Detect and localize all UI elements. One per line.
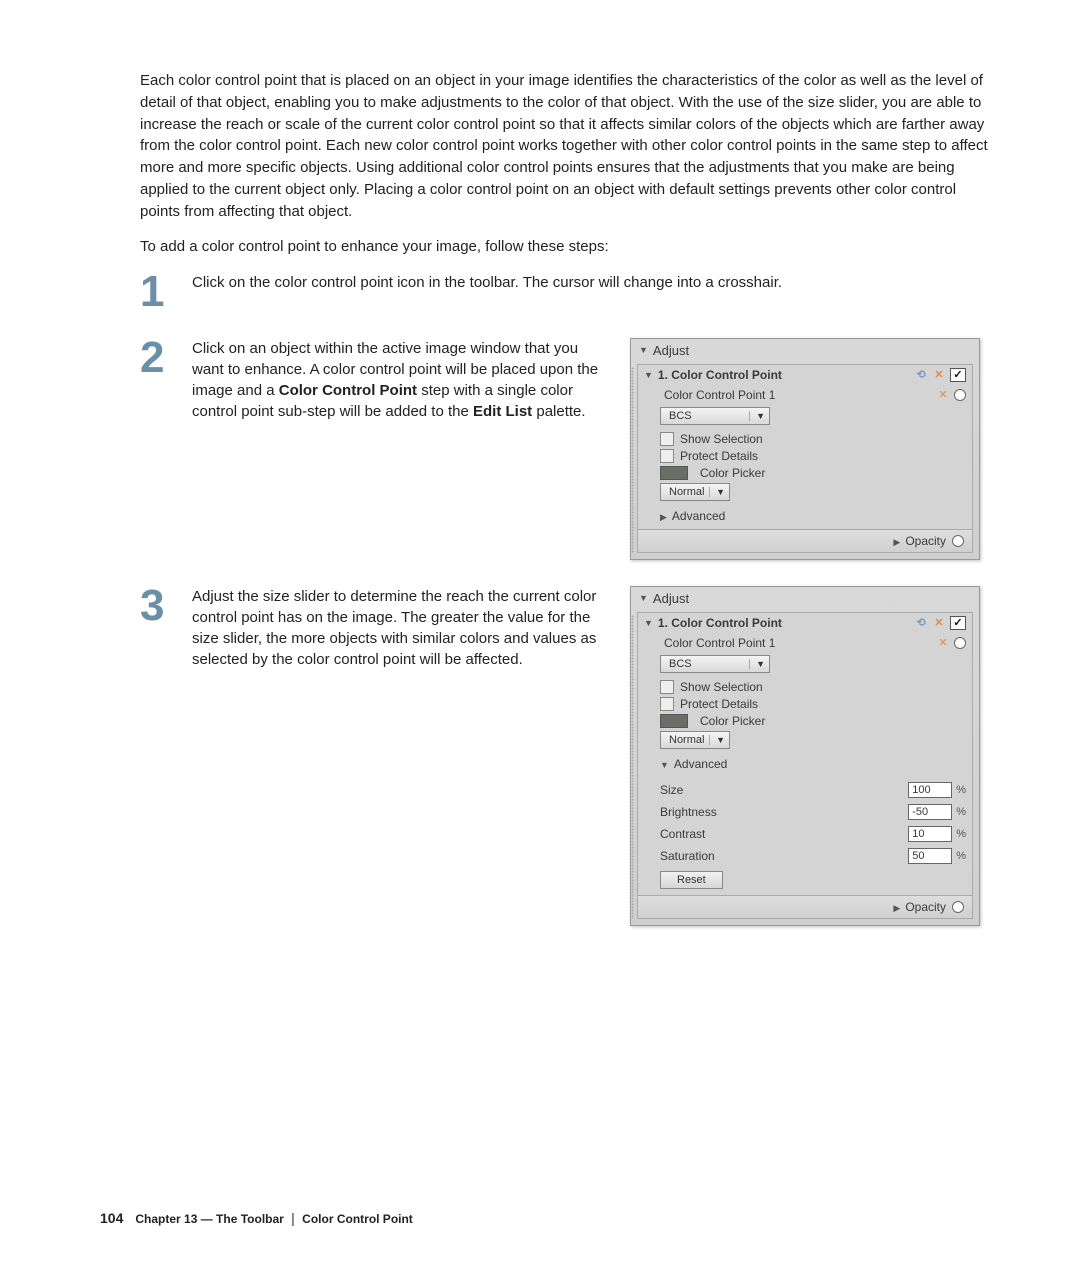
section-header[interactable]: 1. Color Control Point ⟲ ✕ ✓ [638,365,972,385]
mode-select[interactable]: BCS▼ [660,407,770,425]
undo-icon[interactable]: ⟲ [914,616,928,630]
adjust-panel-collapsed: Adjust 1. Color Control Point ⟲ ✕ ✓ [630,338,980,560]
topic-label: Color Control Point [302,1212,413,1226]
blend-select[interactable]: Normal▼ [660,731,730,749]
size-input[interactable]: 100 [908,782,952,798]
substep-body: BCS▼ Show Selection Protect Details Colo… [638,405,972,529]
step-number: 3 [140,586,192,626]
percent-label: % [956,850,966,862]
step-2: 2 Click on an object within the active i… [140,338,1000,560]
subintro-paragraph: To add a color control point to enhance … [140,236,1000,258]
contrast-label: Contrast [660,827,705,841]
substep-row[interactable]: Color Control Point 1 ✕ [638,385,972,405]
brightness-input[interactable]: -50 [908,804,952,820]
show-selection-checkbox[interactable] [660,432,674,446]
section-title: 1. Color Control Point [658,368,782,382]
show-selection-checkbox[interactable] [660,680,674,694]
step-number: 1 [140,272,192,312]
substep-radio[interactable] [954,637,966,649]
step-3: 3 Adjust the size slider to determine th… [140,586,1000,926]
panel-header[interactable]: Adjust [631,587,979,610]
saturation-input[interactable]: 50 [908,848,952,864]
panel-grip[interactable] [631,615,634,919]
mode-select[interactable]: BCS▼ [660,655,770,673]
undo-icon[interactable]: ⟲ [914,368,928,382]
page-footer: 104 Chapter 13 — The Toolbar | Color Con… [100,1210,413,1226]
advanced-body: Size 100% Brightness -50% Contrast 10% [638,777,972,895]
delete-icon[interactable]: ✕ [936,388,950,402]
percent-label: % [956,828,966,840]
delete-icon[interactable]: ✕ [932,616,946,630]
saturation-label: Saturation [660,849,715,863]
panel-grip[interactable] [631,367,634,553]
opacity-radio[interactable] [952,901,964,913]
panel-title: Adjust [653,591,689,606]
color-swatch[interactable] [660,466,688,480]
color-picker-label: Color Picker [700,466,765,480]
section-title: 1. Color Control Point [658,616,782,630]
color-picker-label: Color Picker [700,714,765,728]
chevron-down-icon: ▼ [709,487,725,497]
reset-button[interactable]: Reset [660,871,723,889]
chapter-label: Chapter 13 — The Toolbar [135,1212,283,1226]
advanced-toggle[interactable]: Advanced [660,757,966,771]
section-header[interactable]: 1. Color Control Point ⟲ ✕ ✓ [638,613,972,633]
percent-label: % [956,806,966,818]
enable-checkbox[interactable]: ✓ [950,368,966,382]
step-number: 2 [140,338,192,378]
footer-separator: | [291,1210,295,1226]
opacity-radio[interactable] [952,535,964,547]
protect-details-label: Protect Details [680,697,758,711]
panel-title: Adjust [653,343,689,358]
step-text: Click on an object within the active ima… [192,338,612,560]
color-swatch[interactable] [660,714,688,728]
blend-select[interactable]: Normal▼ [660,483,730,501]
substep-body: BCS▼ Show Selection Protect Details Colo… [638,653,972,777]
show-selection-label: Show Selection [680,680,763,694]
intro-paragraph: Each color control point that is placed … [140,70,1000,222]
size-label: Size [660,783,683,797]
protect-details-label: Protect Details [680,449,758,463]
show-selection-label: Show Selection [680,432,763,446]
chevron-down-icon: ▼ [709,735,725,745]
protect-details-checkbox[interactable] [660,697,674,711]
step-text: Adjust the size slider to determine the … [192,586,612,926]
chevron-down-icon: ▼ [749,659,765,669]
delete-icon[interactable]: ✕ [932,368,946,382]
steps-list: 1 Click on the color control point icon … [140,272,1000,926]
adjust-panel-expanded: Adjust 1. Color Control Point ⟲ ✕ ✓ [630,586,980,926]
contrast-input[interactable]: 10 [908,826,952,842]
percent-label: % [956,784,966,796]
page-number: 104 [100,1210,123,1226]
substep-label: Color Control Point 1 [664,636,775,650]
protect-details-checkbox[interactable] [660,449,674,463]
step-1: 1 Click on the color control point icon … [140,272,1000,312]
chevron-down-icon: ▼ [749,411,765,421]
opacity-toggle[interactable]: Opacity [893,900,946,914]
panel-header[interactable]: Adjust [631,339,979,362]
substep-row[interactable]: Color Control Point 1 ✕ [638,633,972,653]
delete-icon[interactable]: ✕ [936,636,950,650]
opacity-toggle[interactable]: Opacity [893,534,946,548]
advanced-toggle[interactable]: Advanced [660,509,966,523]
step-text: Click on the color control point icon in… [192,272,1000,293]
enable-checkbox[interactable]: ✓ [950,616,966,630]
substep-label: Color Control Point 1 [664,388,775,402]
brightness-label: Brightness [660,805,717,819]
substep-radio[interactable] [954,389,966,401]
